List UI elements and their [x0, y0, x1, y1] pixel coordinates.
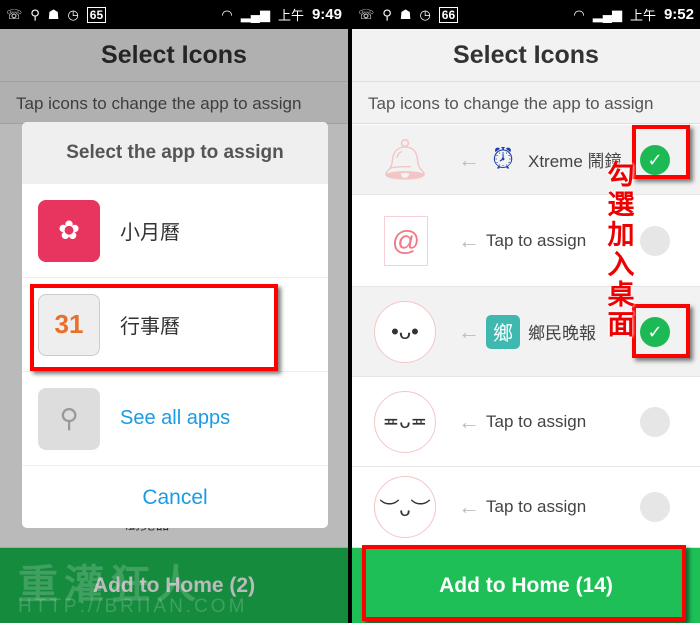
battery-level: 66 [438, 6, 459, 23]
time-prefix: 上午 [629, 8, 656, 23]
highlight-box [632, 125, 690, 179]
signal-icon: ▂▄▆ [240, 6, 270, 22]
icon-row[interactable]: @ ← Tap to assign [352, 195, 700, 287]
battery-level: 65 [86, 6, 107, 23]
see-all-label: See all apps [120, 407, 231, 429]
status-bar: ☏ ⚲ ☗ ◷ 66 ◠ ▂▄▆ 上午 9:52 [352, 0, 700, 29]
item-label: 小月曆 [120, 222, 180, 244]
arrow-left-icon: ← [458, 227, 480, 253]
alarm-clock-icon: ⏰︎ [492, 143, 514, 174]
bunny-smile-icon[interactable]: ︶ᴗ︶ [374, 476, 436, 538]
clock: 9:49 [311, 6, 342, 23]
arrow-left-icon: ← [458, 408, 480, 434]
highlight-box [362, 545, 686, 621]
assign-label[interactable]: Tap to assign [486, 231, 586, 251]
checkbox-unchecked[interactable] [640, 225, 670, 256]
watermark-url: HTTP://BRIIAN.COM [18, 596, 248, 617]
wifi-icon: ◠ [221, 6, 233, 22]
status-bar: ☏ ⚲ ☗ ◷ 65 ◠ ▂▄▆ 上午 9:49 [0, 0, 348, 29]
arrow-left-icon: ← [458, 146, 480, 172]
highlight-box [632, 304, 690, 358]
alarm-icon: ◷ [419, 6, 431, 22]
bunny-sweat-icon[interactable]: ≖ᴗ≖ [374, 390, 436, 453]
alarm-icon: ◷ [67, 6, 79, 22]
right-screen: ☏ ⚲ ☗ ◷ 66 ◠ ▂▄▆ 上午 9:52 Select Icons Tap ic… [352, 0, 700, 623]
icon-row[interactable]: ≖ᴗ≖ ← Tap to assign [352, 377, 700, 467]
checkbox-unchecked[interactable] [640, 492, 670, 522]
signal-icon: ▂▄▆ [592, 6, 622, 22]
dialog-title: Select the app to assign [22, 122, 328, 183]
clock: 9:52 [663, 6, 694, 23]
call-icon: ☏ [358, 6, 375, 22]
arrow-left-icon: ← [458, 318, 480, 344]
usb-icon: ⚲ [382, 6, 392, 22]
checkbox-unchecked[interactable] [640, 406, 670, 437]
highlight-box [30, 284, 278, 371]
pink-calendar-book-icon: ✿ [38, 199, 100, 262]
bell-icon[interactable]: 🔔︎ [374, 129, 436, 191]
wifi-icon: ◠ [573, 6, 585, 22]
news-icon: 鄉 [486, 314, 520, 349]
android-icon: ☗ [399, 6, 412, 22]
icon-row[interactable]: ︶ᴗ︶ ← Tap to assign [352, 467, 700, 548]
time-prefix: 上午 [277, 8, 304, 23]
see-all-apps-link[interactable]: ⚲ See all apps [22, 371, 328, 465]
usb-icon: ⚲ [30, 6, 40, 22]
assign-label[interactable]: Tap to assign [486, 497, 586, 517]
search-icon: ⚲ [38, 387, 100, 450]
arrow-left-icon: ← [458, 494, 480, 519]
left-screen: ☏ ⚲ ☗ ◷ 65 ◠ ▂▄▆ 上午 9:49 Select Icons Tap ic… [0, 0, 348, 623]
assign-label[interactable]: Tap to assign [486, 412, 586, 432]
android-icon: ☗ [47, 6, 60, 22]
cancel-button[interactable]: Cancel [22, 465, 328, 528]
annotation-text: 勾選加入桌面 [607, 160, 635, 340]
dialog-item-xiaoyueli[interactable]: ✿ 小月曆 [22, 183, 328, 277]
at-sign-icon[interactable]: @ [384, 215, 428, 266]
call-icon: ☏ [6, 6, 23, 22]
subtitle: Tap icons to change the app to assign [352, 82, 700, 124]
page-title: Select Icons [352, 29, 700, 82]
app-label: 鄉民晚報 [528, 324, 596, 343]
bunny-icon[interactable]: •ᴗ• [374, 300, 436, 363]
